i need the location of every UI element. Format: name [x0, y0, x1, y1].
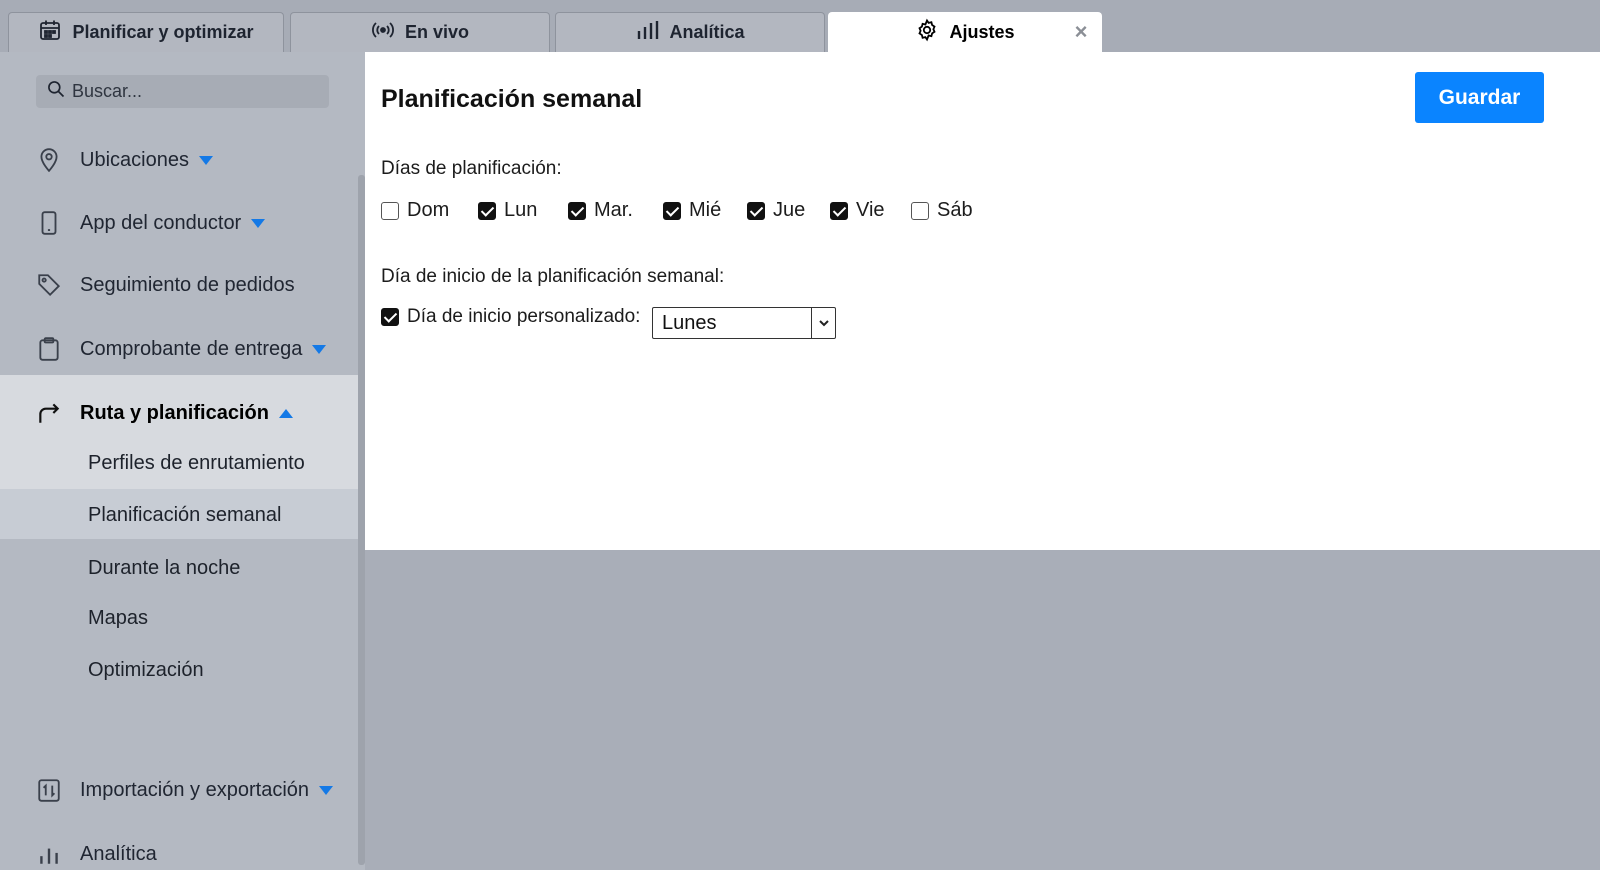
sidebar-item-label: Analítica [80, 842, 157, 865]
tag-icon [36, 272, 62, 298]
day-checkbox-jue[interactable]: Jue [747, 199, 805, 222]
sidebar-subitem-planificacion-semanal[interactable]: Planificación semanal [88, 504, 281, 527]
sidebar-subitem-optimizacion[interactable]: Optimización [88, 659, 204, 682]
chevron-down-icon[interactable] [198, 155, 213, 165]
sidebar-item-label: App del conductor [80, 211, 242, 234]
sidebar-item-label: Importación y exportación [80, 778, 310, 801]
search-box[interactable] [36, 75, 329, 108]
select-value: Lunes [662, 311, 717, 334]
sidebar-item-ubicaciones[interactable]: Ubicaciones [0, 138, 358, 182]
tab-analitica[interactable]: Analítica [555, 12, 825, 52]
checkbox[interactable] [568, 201, 586, 220]
sidebar-item-comprobante[interactable]: Comprobante de entrega [0, 327, 358, 371]
location-pin-icon [36, 147, 62, 173]
sidebar: Ubicaciones App del conductor Seguimient… [0, 52, 365, 870]
day-label: Sáb [937, 199, 973, 221]
sidebar-item-seguimiento[interactable]: Seguimiento de pedidos [0, 263, 358, 307]
bar-chart-icon [36, 841, 62, 867]
checkbox[interactable] [911, 201, 929, 220]
sidebar-subitem-noche[interactable]: Durante la noche [88, 557, 240, 580]
start-day-label: Día de inicio de la planificación semana… [381, 266, 725, 287]
day-checkbox-sab[interactable]: Sáb [911, 199, 973, 222]
close-icon[interactable]: × [1071, 21, 1091, 43]
day-checkbox-lun[interactable]: Lun [478, 199, 537, 222]
search-input[interactable] [72, 81, 312, 102]
day-checkbox-mie[interactable]: Mié [663, 199, 721, 222]
page-title: Planificación semanal [381, 85, 643, 113]
custom-start-checkbox-row[interactable]: Día de inicio personalizado: [381, 306, 640, 328]
bar-chart-icon [635, 18, 659, 47]
start-day-select[interactable]: Lunes [652, 307, 836, 339]
sidebar-item-label: Ubicaciones [80, 148, 189, 171]
day-label: Jue [773, 199, 806, 221]
custom-start-label: Día de inicio personalizado: [407, 306, 641, 327]
calendar-icon [38, 18, 62, 47]
sidebar-item-label: Comprobante de entrega [80, 337, 303, 360]
tab-en-vivo[interactable]: En vivo [290, 12, 550, 52]
search-icon [46, 79, 66, 104]
day-label: Mié [689, 199, 722, 221]
checkbox[interactable] [747, 201, 765, 220]
sidebar-item-app-conductor[interactable]: App del conductor [0, 201, 358, 245]
app-root: Planificar y optimizar En vivo Analítica… [0, 0, 1600, 870]
chevron-up-icon[interactable] [278, 408, 293, 418]
tab-ajustes[interactable]: Ajustes × [828, 12, 1102, 52]
day-checkbox-mar[interactable]: Mar. [568, 199, 633, 222]
clipboard-icon [36, 336, 62, 362]
checkbox[interactable] [381, 308, 399, 326]
tab-bar: Planificar y optimizar En vivo Analítica… [0, 0, 1600, 52]
tab-planificar[interactable]: Planificar y optimizar [8, 12, 284, 52]
tab-label: Ajustes [949, 22, 1015, 42]
tab-label: Analítica [669, 22, 745, 42]
sidebar-item-label: Seguimiento de pedidos [80, 273, 295, 296]
save-button[interactable]: Guardar [1415, 72, 1544, 123]
sidebar-group-ruta: Ruta y planificación Perfiles de enrutam… [0, 375, 358, 720]
gear-icon [915, 18, 939, 47]
tab-label: Planificar y optimizar [72, 22, 254, 42]
turn-right-arrow-icon [36, 400, 62, 426]
sidebar-item-importacion[interactable]: Importación y exportación [0, 768, 358, 812]
sidebar-subitem-perfiles[interactable]: Perfiles de enrutamiento [88, 452, 305, 475]
planning-days-label: Días de planificación: [381, 158, 562, 179]
day-label: Lun [504, 199, 538, 221]
sidebar-subitem-mapas[interactable]: Mapas [88, 607, 148, 630]
day-label: Dom [407, 199, 450, 221]
chevron-down-icon[interactable] [251, 218, 266, 228]
tab-label: En vivo [404, 22, 470, 42]
broadcast-icon [371, 18, 395, 47]
checkbox[interactable] [663, 201, 681, 220]
sidebar-scrollbar[interactable] [358, 175, 365, 865]
sidebar-item-label: Ruta y planificación [80, 401, 269, 424]
chevron-down-icon[interactable] [319, 785, 334, 795]
checkbox[interactable] [478, 201, 496, 220]
import-export-icon [36, 777, 62, 803]
day-label: Mar. [594, 199, 633, 221]
day-checkbox-dom[interactable]: Dom [381, 199, 449, 222]
chevron-down-icon[interactable] [811, 308, 835, 338]
settings-panel: Planificación semanal Guardar Días de pl… [365, 52, 1600, 550]
day-checkbox-vie[interactable]: Vie [830, 199, 885, 222]
checkbox[interactable] [381, 201, 399, 220]
chevron-down-icon[interactable] [312, 344, 327, 354]
sidebar-item-ruta[interactable]: Ruta y planificación [0, 391, 358, 435]
day-label: Vie [856, 199, 885, 221]
sidebar-item-analitica[interactable]: Analítica [0, 832, 358, 870]
checkbox[interactable] [830, 201, 848, 220]
phone-icon [36, 210, 62, 236]
